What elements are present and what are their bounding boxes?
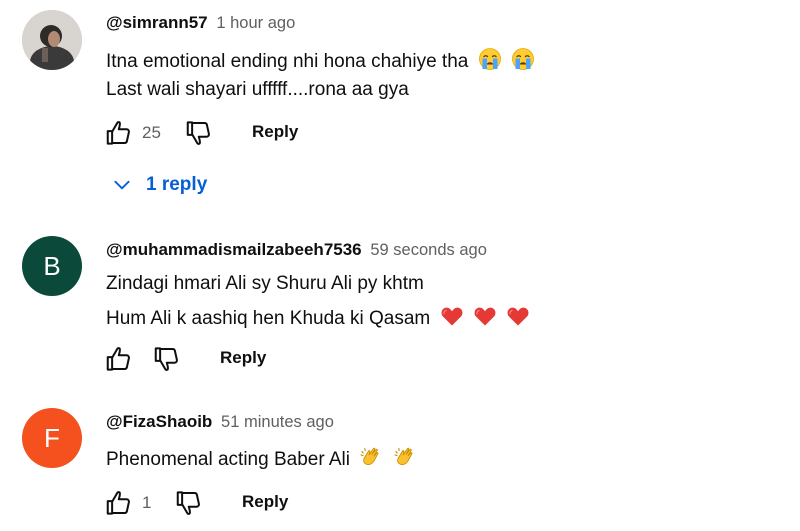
comment-text: Hum Ali k aashiq hen Khuda ki Qasam (106, 308, 431, 329)
crying-face-icon (511, 47, 535, 71)
avatar-photo-icon (22, 10, 82, 70)
avatar[interactable]: B (22, 236, 82, 296)
comment-text-line: Itna emotional ending nhi hona chahiye t… (106, 47, 535, 73)
reply-button[interactable]: Reply (220, 348, 266, 368)
comment-actions: 25 Reply (104, 118, 404, 150)
reply-button[interactable]: Reply (252, 122, 298, 142)
comment-header: @muhammadismailzabeeh7536 59 seconds ago (106, 240, 487, 260)
clapping-hands-icon (393, 445, 417, 469)
comment-timestamp[interactable]: 51 minutes ago (221, 413, 334, 431)
comment-text: Phenomenal acting Baber Ali (106, 449, 350, 470)
comment-timestamp[interactable]: 59 seconds ago (370, 241, 487, 259)
dislike-icon[interactable] (174, 488, 204, 518)
red-heart-icon (506, 304, 530, 328)
avatar[interactable]: F (22, 408, 82, 468)
comment-text: Last wali shayari ufffff....rona aa gya (106, 79, 409, 100)
avatar-letter: B (43, 250, 61, 281)
comment-actions: 1 Reply (104, 488, 404, 520)
comment-text-line: Zindagi hmari Ali sy Shuru Ali py khtm (106, 273, 424, 295)
red-heart-icon (473, 304, 497, 328)
comment-author[interactable]: @muhammadismailzabeeh7536 (106, 240, 362, 259)
comment-author[interactable]: @simrann57 (106, 13, 208, 32)
red-heart-icon (440, 304, 464, 328)
comment-thread: @simrann57 1 hour ago Itna emotional end… (0, 0, 800, 215)
chevron-down-icon (114, 180, 130, 190)
like-count: 1 (142, 493, 152, 512)
avatar-letter: F (44, 422, 60, 453)
like-icon[interactable] (104, 488, 134, 518)
like-count: 25 (142, 123, 161, 142)
like-icon[interactable] (104, 118, 134, 148)
avatar[interactable] (22, 10, 82, 70)
comment-timestamp[interactable]: 1 hour ago (216, 14, 295, 32)
replies-count: 1 reply (146, 174, 208, 195)
comment-actions: Reply (104, 344, 404, 376)
crying-face-icon (478, 47, 502, 71)
dislike-icon[interactable] (152, 344, 182, 374)
comment-text: Itna emotional ending nhi hona chahiye t… (106, 51, 469, 72)
dislike-icon[interactable] (184, 118, 214, 148)
clapping-hands-icon (359, 445, 383, 469)
comment-text: Zindagi hmari Ali sy Shuru Ali py khtm (106, 273, 424, 294)
comment-text-line: Last wali shayari ufffff....rona aa gya (106, 79, 409, 101)
comment-thread: B @muhammadismailzabeeh7536 59 seconds a… (0, 230, 800, 390)
comment-author[interactable]: @FizaShaoib (106, 412, 212, 431)
comment-text-line: Phenomenal acting Baber Ali (106, 445, 417, 471)
reply-button[interactable]: Reply (242, 492, 288, 512)
view-replies-button[interactable]: 1 reply (112, 170, 207, 200)
comment-thread: F @FizaShaoib 51 minutes ago Phenomenal … (0, 402, 800, 531)
comment-header: @simrann57 1 hour ago (106, 13, 295, 33)
comment-header: @FizaShaoib 51 minutes ago (106, 412, 334, 432)
like-icon[interactable] (104, 344, 134, 374)
comment-text-line: Hum Ali k aashiq hen Khuda ki Qasam (106, 304, 530, 330)
